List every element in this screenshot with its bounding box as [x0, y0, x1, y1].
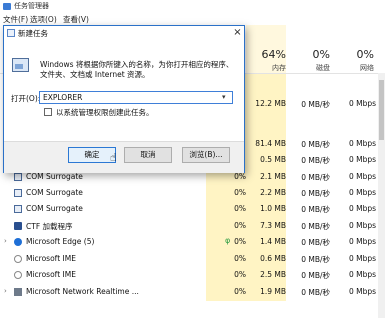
com-surrogate-icon — [14, 205, 22, 213]
disk-cell: 0 MB/秒 — [301, 173, 330, 182]
network-cell: 0 Mbps — [348, 270, 376, 279]
memory-cell: 1.0 MB — [260, 204, 286, 213]
network-cell: 0 Mbps — [348, 155, 376, 164]
disk-cell: 0 MB/秒 — [301, 156, 330, 165]
cancel-button[interactable]: 取消 — [124, 147, 172, 163]
menu-bar: 文件(F) 选项(O) 查看(V) — [0, 13, 385, 25]
memory-cell: 2.1 MB — [260, 172, 286, 181]
memory-percent[interactable]: 64% — [242, 48, 286, 61]
process-row[interactable]: COM Surrogate 0% 1.0 MB 0 MB/秒 0 Mbps — [0, 201, 380, 217]
cpu-cell: 0% — [234, 254, 246, 263]
memory-cell: 12.2 MB — [255, 99, 286, 108]
menu-file[interactable]: 文件(F) — [3, 14, 28, 25]
title-bar: 任务管理器 — [0, 0, 385, 13]
network-percent[interactable]: 0% — [330, 48, 374, 61]
process-row[interactable]: › Microsoft Network Realtime ... 0% 1.9 … — [0, 284, 380, 300]
memory-cell: 1.9 MB — [260, 287, 286, 296]
close-icon[interactable]: × — [231, 26, 244, 39]
network-cell: 0 Mbps — [348, 204, 376, 213]
cpu-cell: 0% — [234, 172, 246, 181]
process-name: Microsoft Edge (5) — [26, 237, 95, 246]
expand-chevron-icon[interactable]: › — [4, 237, 7, 245]
process-name: Microsoft IME — [26, 254, 76, 263]
ctf-loader-icon — [14, 222, 22, 230]
run-dialog-icon — [7, 29, 15, 37]
open-input-value[interactable]: EXPLORER — [43, 93, 82, 102]
memory-cell: 2.2 MB — [260, 188, 286, 197]
process-name: Microsoft Network Realtime ... — [26, 287, 139, 296]
process-row[interactable]: CTF 加载程序 0% 7.3 MB 0 MB/秒 0 Mbps — [0, 218, 380, 234]
process-row[interactable]: Microsoft IME 0% 0.6 MB 0 MB/秒 0 Mbps — [0, 251, 380, 267]
open-input[interactable]: EXPLORER ▾ — [39, 91, 233, 104]
cpu-cell: 0% — [234, 221, 246, 230]
disk-cell: 0 MB/秒 — [301, 288, 330, 297]
process-name: Microsoft IME — [26, 270, 76, 279]
ime-icon — [14, 255, 22, 263]
disk-cell: 0 MB/秒 — [301, 222, 330, 231]
chevron-down-icon[interactable]: ▾ — [222, 93, 226, 101]
memory-cell: 0.5 MB — [260, 155, 286, 164]
browse-button[interactable]: 浏览(B)... — [182, 147, 230, 163]
disk-cell: 0 MB/秒 — [301, 271, 330, 280]
disk-cell: 0 MB/秒 — [301, 100, 330, 109]
new-task-dialog: 新建任务 × Windows 将根据你所键入的名称，为你打开相应的程序、文件夹、… — [3, 25, 245, 173]
scrollbar-thumb[interactable] — [379, 80, 384, 140]
process-row[interactable]: COM Surrogate 0% 2.2 MB 0 MB/秒 0 Mbps — [0, 185, 380, 201]
open-label: 打开(O): — [11, 94, 41, 103]
network-cell: 0 Mbps — [348, 172, 376, 181]
disk-column-label[interactable]: 磁盘 — [286, 63, 330, 73]
disk-cell: 0 MB/秒 — [301, 205, 330, 214]
dialog-description: Windows 将根据你所键入的名称，为你打开相应的程序、文件夹、文档或 Int… — [40, 60, 234, 79]
network-cell: 0 Mbps — [348, 237, 376, 246]
memory-cell: 1.4 MB — [260, 237, 286, 246]
process-name: COM Surrogate — [26, 204, 83, 213]
process-name: CTF 加载程序 — [26, 222, 73, 231]
disk-percent[interactable]: 0% — [286, 48, 330, 61]
network-cell: 0 Mbps — [348, 254, 376, 263]
window-title: 任务管理器 — [14, 2, 49, 10]
process-name: COM Surrogate — [26, 172, 83, 181]
network-cell: 0 Mbps — [348, 188, 376, 197]
run-program-icon — [12, 58, 29, 72]
memory-cell: 2.5 MB — [260, 270, 286, 279]
dialog-title-bar: 新建任务 × — [4, 26, 244, 40]
network-icon — [14, 288, 22, 296]
cpu-cell: 0% — [234, 287, 246, 296]
network-cell: 0 Mbps — [348, 221, 376, 230]
memory-cell: 7.3 MB — [260, 221, 286, 230]
disk-cell: 0 MB/秒 — [301, 189, 330, 198]
cpu-cell: 0% — [234, 204, 246, 213]
memory-cell: 81.4 MB — [255, 139, 286, 148]
ok-button[interactable]: 确定 — [68, 147, 116, 163]
process-name: COM Surrogate — [26, 188, 83, 197]
memory-column-label[interactable]: 内存 — [242, 63, 286, 73]
mouse-cursor-icon: ☝ — [110, 151, 117, 164]
com-surrogate-icon — [14, 189, 22, 197]
network-column-label[interactable]: 网络 — [330, 63, 374, 73]
dialog-body: Windows 将根据你所键入的名称，为你打开相应的程序、文件夹、文档或 Int… — [4, 40, 244, 141]
network-cell: 0 Mbps — [348, 287, 376, 296]
cpu-cell: 0% — [234, 237, 246, 246]
admin-checkbox[interactable] — [44, 108, 52, 116]
process-row[interactable]: Microsoft IME 0% 2.5 MB 0 MB/秒 0 Mbps — [0, 267, 380, 283]
com-surrogate-icon — [14, 173, 22, 181]
memory-cell: 0.6 MB — [260, 254, 286, 263]
dialog-title: 新建任务 — [18, 29, 48, 38]
menu-view[interactable]: 查看(V) — [63, 14, 89, 25]
menu-options[interactable]: 选项(O) — [30, 14, 57, 25]
expand-chevron-icon[interactable]: › — [4, 287, 7, 295]
cpu-cell: 0% — [234, 270, 246, 279]
ime-icon — [14, 271, 22, 279]
network-cell: 0 Mbps — [348, 139, 376, 148]
edge-icon — [14, 238, 22, 246]
disk-cell: 0 MB/秒 — [301, 238, 330, 247]
disk-cell: 0 MB/秒 — [301, 255, 330, 264]
disk-cell: 0 MB/秒 — [301, 140, 330, 149]
network-cell: 0 Mbps — [348, 99, 376, 108]
cpu-cell: 0% — [234, 188, 246, 197]
admin-checkbox-label[interactable]: 以系统管理权限创建此任务。 — [56, 107, 154, 118]
task-manager-icon — [3, 3, 11, 10]
process-row[interactable]: › Microsoft Edge (5) φ 0% 1.4 MB 0 MB/秒 … — [0, 234, 380, 250]
